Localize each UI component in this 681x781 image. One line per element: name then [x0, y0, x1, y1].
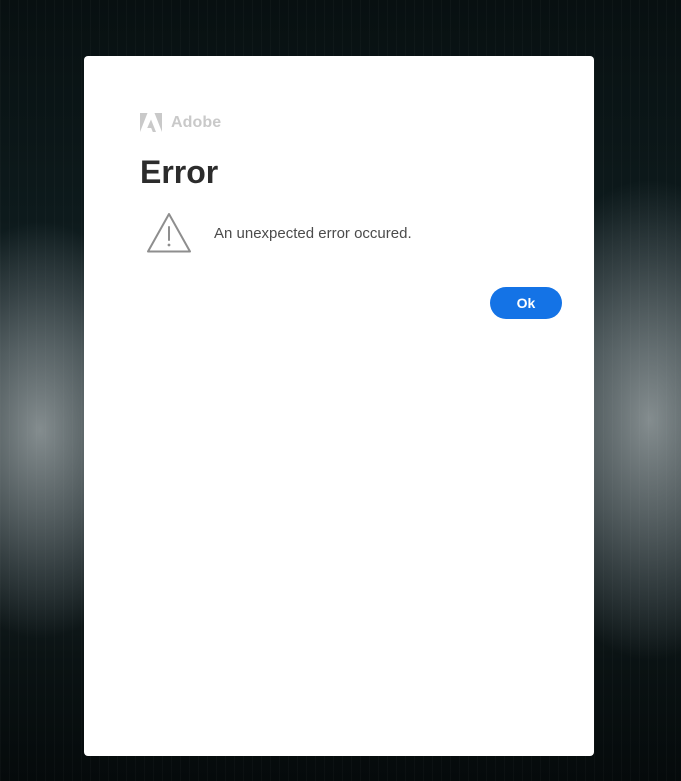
dialog-title: Error	[140, 154, 219, 190]
error-message: An unexpected error occured.	[214, 224, 412, 242]
adobe-logo-icon	[140, 113, 162, 132]
error-dialog: Adobe Error An unexpected error occured.…	[84, 56, 594, 756]
warning-triangle-icon	[147, 213, 191, 253]
ok-button[interactable]: Ok	[490, 287, 562, 319]
brand-header: Adobe	[140, 113, 221, 132]
error-message-row: An unexpected error occured.	[146, 212, 412, 254]
brand-name: Adobe	[171, 113, 222, 131]
